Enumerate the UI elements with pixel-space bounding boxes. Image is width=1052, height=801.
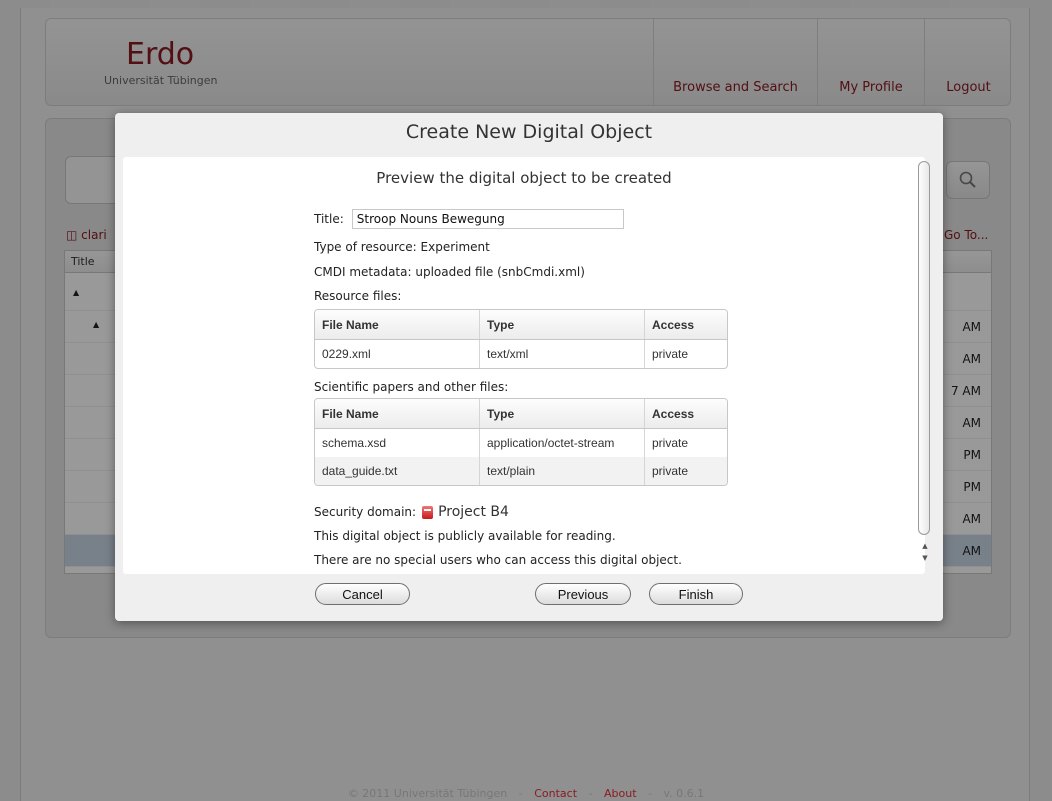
title-field-row: Title: [314, 208, 624, 230]
table-row[interactable]: data_guide.txt text/plain private [315, 457, 727, 485]
cell-access: private [652, 464, 689, 478]
footer-copyright: © 2011 Universität Tübingen [347, 787, 508, 800]
footer-contact-link[interactable]: Contact [534, 787, 577, 800]
scrollbar-thumb[interactable] [918, 161, 930, 535]
title-label: Title: [314, 212, 344, 226]
cell-type: text/xml [480, 340, 645, 368]
footer-version: v. 0.6.1 [663, 787, 705, 800]
footer-about-link[interactable]: About [604, 787, 637, 800]
column-header-file-name: File Name [315, 399, 480, 428]
security-domain-label: Security domain: [314, 505, 417, 519]
cancel-button[interactable]: Cancel [315, 583, 410, 605]
preview-heading: Preview the digital object to be created [376, 169, 672, 187]
resource-files-table: File Name Type Access 0229.xml text/xml … [314, 309, 728, 369]
column-header-access: Access [652, 406, 695, 421]
finish-button[interactable]: Finish [649, 583, 743, 605]
table-row[interactable]: 0229.xml text/xml private [315, 340, 727, 368]
previous-button[interactable]: Previous [535, 583, 631, 605]
cell-file-name: 0229.xml [315, 340, 480, 368]
scroll-up-arrow-icon[interactable]: ▲ [919, 541, 931, 551]
create-object-dialog: Create New Digital Object Preview the di… [115, 113, 943, 621]
dialog-scrollbar[interactable]: ▲ ▼ [918, 157, 932, 574]
site-footer: © 2011 Universität Tübingen - Contact - … [347, 787, 705, 800]
table-header: File Name Type Access [315, 310, 727, 340]
column-header-type: Type [480, 310, 645, 339]
resource-files-label: Resource files: [314, 289, 402, 303]
cell-access: private [652, 347, 689, 361]
security-project-name: Project B4 [438, 504, 509, 520]
cell-type: application/octet-stream [480, 429, 645, 457]
cell-access: private [652, 436, 689, 450]
public-access-note: This digital object is publicly availabl… [314, 529, 616, 543]
dialog-body: Preview the digital object to be created… [123, 157, 925, 574]
title-input[interactable] [351, 209, 624, 229]
column-header-file-name: File Name [315, 310, 480, 339]
column-header-access: Access [652, 317, 695, 332]
column-header-type: Type [480, 399, 645, 428]
cell-file-name: schema.xsd [315, 429, 480, 457]
special-users-note: There are no special users who can acces… [314, 553, 682, 567]
papers-table: File Name Type Access schema.xsd applica… [314, 398, 728, 486]
cmdi-metadata: CMDI metadata: uploaded file (snbCmdi.xm… [314, 265, 585, 279]
papers-label: Scientific papers and other files: [314, 380, 509, 394]
cell-type: text/plain [480, 457, 645, 485]
cell-file-name: data_guide.txt [315, 457, 480, 485]
type-of-resource: Type of resource: Experiment [314, 240, 490, 254]
scroll-down-arrow-icon[interactable]: ▼ [919, 553, 931, 563]
project-flag-icon [422, 505, 434, 519]
table-header: File Name Type Access [315, 399, 727, 429]
dialog-title: Create New Digital Object [405, 121, 653, 143]
table-row[interactable]: schema.xsd application/octet-stream priv… [315, 429, 727, 457]
security-domain-row: Security domain: Project B4 [314, 504, 509, 520]
